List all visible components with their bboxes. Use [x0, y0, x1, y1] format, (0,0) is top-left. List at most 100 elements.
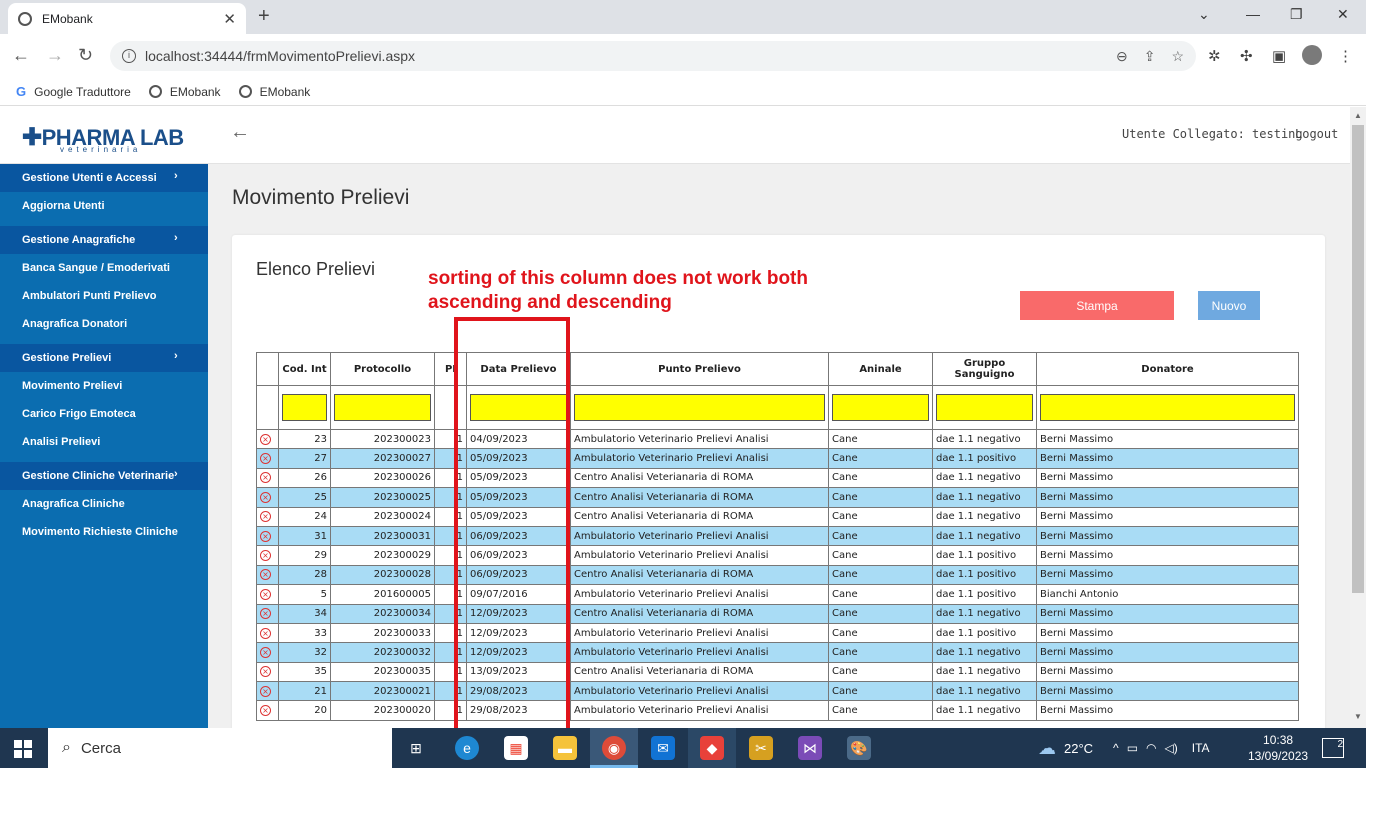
restore-icon[interactable]: ❐ — [1290, 6, 1303, 23]
col-header-4[interactable]: Data Prelievo — [466, 352, 571, 386]
delete-icon[interactable]: × — [260, 453, 271, 465]
delete-icon[interactable]: × — [260, 608, 271, 620]
col-header-2[interactable]: Protocollo — [330, 352, 435, 386]
sidebar-item-1[interactable]: Aggiorna Utenti — [0, 192, 208, 220]
delete-icon[interactable]: × — [260, 569, 271, 581]
nuovo-button[interactable]: Nuovo — [1198, 291, 1260, 320]
taskbar-search[interactable]: ⌕ Cerca — [48, 728, 392, 768]
table-row[interactable]: × 24 202300024 1 05/09/2023 Centro Analisi Ve… — [256, 506, 1299, 527]
page-scrollbar[interactable]: ▲ ▼ — [1350, 107, 1366, 728]
col-header-1[interactable]: Cod. Int — [278, 352, 331, 386]
delete-icon[interactable]: × — [260, 627, 271, 639]
filter-input[interactable] — [832, 394, 929, 421]
delete-icon[interactable]: × — [260, 511, 271, 523]
delete-icon[interactable]: × — [260, 646, 271, 658]
sidebar-item-8[interactable]: Carico Frigo Emoteca — [0, 400, 208, 428]
sidebar-item-9[interactable]: Analisi Prelievi — [0, 428, 208, 456]
sidebar-item-4[interactable]: Ambulatori Punti Prelievo — [0, 282, 208, 310]
col-header-8[interactable]: Donatore — [1036, 352, 1299, 386]
bookmark-google-traduttore[interactable]: G Google Traduttore — [16, 84, 131, 99]
delete-icon[interactable]: × — [260, 550, 271, 562]
table-row[interactable]: × 27 202300027 1 05/09/2023 Ambulatorio Veter… — [256, 448, 1299, 469]
col-header-6[interactable]: Aninale — [828, 352, 933, 386]
sidebar-item-5[interactable]: Anagrafica Donatori — [0, 310, 208, 338]
filter-input[interactable] — [334, 394, 431, 421]
windows-start-icon[interactable] — [14, 740, 32, 758]
menu-icon[interactable]: ⋮ — [1338, 47, 1353, 65]
bookmark-emobank-2[interactable]: EMobank — [238, 85, 310, 99]
col-header-5[interactable]: Punto Prelievo — [570, 352, 829, 386]
table-row[interactable]: × 20 202300020 1 29/08/2023 Ambulatorio Veter… — [256, 700, 1299, 721]
delete-icon[interactable]: × — [260, 588, 271, 600]
delete-icon[interactable]: × — [260, 491, 271, 503]
stampa-button[interactable]: Stampa — [1020, 291, 1174, 320]
table-row[interactable]: × 33 202300033 1 12/09/2023 Ambulatorio Veter… — [256, 622, 1299, 644]
tab-search-icon[interactable]: ⌄ — [1198, 6, 1210, 23]
sidebar-item-12[interactable]: Movimento Richieste Cliniche — [0, 518, 208, 546]
minimize-icon[interactable]: — — [1246, 6, 1260, 22]
filter-input[interactable] — [470, 394, 567, 421]
table-row[interactable]: × 26 202300026 1 05/09/2023 Centro Analisi Ve… — [256, 467, 1299, 489]
delete-icon[interactable]: × — [260, 472, 271, 484]
delete-icon[interactable]: × — [260, 433, 271, 445]
share-icon[interactable]: ⇪ — [1144, 48, 1156, 65]
site-info-icon[interactable]: i — [122, 49, 136, 63]
battery-icon[interactable]: ▭ — [1127, 741, 1138, 755]
logout-link[interactable]: Logout — [1295, 127, 1338, 141]
table-row[interactable]: × 28 202300028 1 06/09/2023 Centro Analisi Ve… — [256, 564, 1299, 586]
sidebar-item-11[interactable]: Anagrafica Cliniche — [0, 490, 208, 518]
back-arrow-icon[interactable]: ← — [230, 121, 250, 144]
volume-icon[interactable]: ◁) — [1165, 741, 1178, 755]
task-view-icon[interactable]: ⊞ — [404, 736, 428, 760]
puzzle-icon[interactable]: ✣ — [1240, 47, 1253, 65]
chevron-up-icon[interactable]: ^ — [1113, 741, 1119, 755]
table-row[interactable]: × 23 202300023 1 04/09/2023 Ambulatorio Veter… — [256, 428, 1299, 450]
language-indicator[interactable]: ITA — [1192, 741, 1210, 755]
delete-icon[interactable]: × — [260, 685, 271, 697]
chrome-icon[interactable]: ◉ — [602, 736, 626, 760]
table-row[interactable]: × 32 202300032 1 12/09/2023 Ambulatorio Veter… — [256, 642, 1299, 663]
mail-icon[interactable]: ✉ — [651, 736, 675, 760]
delete-icon[interactable]: × — [260, 530, 271, 542]
filter-input[interactable] — [282, 394, 327, 421]
bookmark-emobank[interactable]: EMobank — [148, 85, 221, 99]
table-row[interactable]: × 25 202300025 1 05/09/2023 Centro Analisi Ve… — [256, 487, 1299, 508]
filter-input[interactable] — [936, 394, 1033, 421]
edge-icon[interactable]: e — [455, 736, 479, 760]
notification-icon[interactable]: 2 — [1322, 738, 1344, 758]
sidebar-group-10[interactable]: Gestione Cliniche Veterinarie › — [0, 462, 208, 490]
table-row[interactable]: × 29 202300029 1 06/09/2023 Ambulatorio Veter… — [256, 545, 1299, 566]
extension-icon[interactable]: ✲ — [1208, 47, 1221, 65]
store-icon[interactable]: ▦ — [504, 736, 528, 760]
paint-icon[interactable]: 🎨 — [847, 736, 871, 760]
sidebar-item-7[interactable]: Movimento Prelievi — [0, 372, 208, 400]
zoom-icon[interactable]: ⊖ — [1116, 48, 1128, 65]
browser-tab[interactable]: EMobank ✕ — [8, 3, 246, 34]
table-row[interactable]: × 31 202300031 1 06/09/2023 Ambulatorio Veter… — [256, 525, 1299, 547]
scroll-down-icon[interactable]: ▼ — [1354, 712, 1362, 721]
sidebar-item-3[interactable]: Banca Sangue / Emoderivati — [0, 254, 208, 282]
table-row[interactable]: × 5 201600005 1 09/07/2016 Ambulatorio Veteri… — [256, 584, 1299, 605]
close-tab-icon[interactable]: ✕ — [223, 10, 236, 28]
clock[interactable]: 10:38 13/09/2023 — [1248, 732, 1308, 764]
col-header-7[interactable]: Gruppo Sanguigno — [932, 352, 1037, 386]
table-row[interactable]: × 21 202300021 1 29/08/2023 Ambulatorio Veter… — [256, 681, 1299, 702]
sidebar-group-6[interactable]: Gestione Prelievi › — [0, 344, 208, 372]
forward-icon[interactable]: → — [46, 45, 64, 66]
file-explorer-icon[interactable]: ▬ — [553, 736, 577, 760]
wifi-icon[interactable]: ◠ — [1146, 741, 1156, 755]
table-row[interactable]: × 35 202300035 1 13/09/2023 Centro Analisi Ve… — [256, 661, 1299, 683]
visual-studio-icon[interactable]: ⋈ — [798, 736, 822, 760]
bookmark-star-icon[interactable]: ☆ — [1171, 48, 1184, 65]
sidebar-group-0[interactable]: Gestione Utenti e Accessi › — [0, 164, 208, 192]
reload-icon[interactable]: ↻ — [78, 45, 93, 66]
table-row[interactable]: × 34 202300034 1 12/09/2023 Centro Analisi Ve… — [256, 603, 1299, 624]
close-window-icon[interactable]: ✕ — [1337, 6, 1349, 23]
filter-input[interactable] — [574, 394, 825, 421]
scroll-thumb[interactable] — [1352, 125, 1364, 593]
address-bar[interactable]: i localhost:34444/frmMovimentoPrelievi.a… — [110, 41, 1196, 71]
anydesk-icon[interactable]: ◆ — [700, 736, 724, 760]
weather-temp[interactable]: 22°C — [1064, 741, 1093, 756]
tools-icon[interactable]: ✂ — [749, 736, 773, 760]
profile-avatar[interactable] — [1302, 45, 1322, 65]
